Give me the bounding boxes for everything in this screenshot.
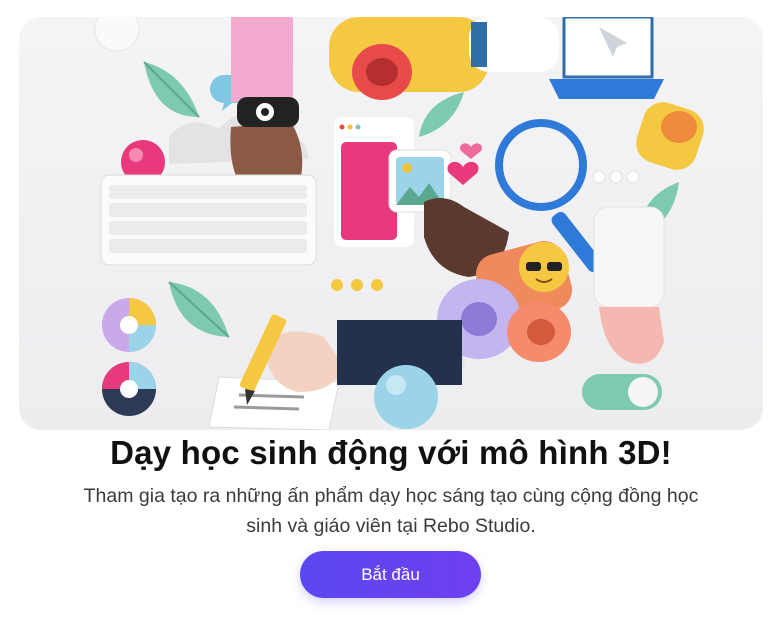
sleeve-shape xyxy=(231,17,293,102)
start-button[interactable]: Bắt đầu xyxy=(300,551,481,598)
sunglasses-emoji-icon xyxy=(519,242,569,292)
illustration-3d-scene xyxy=(94,17,704,430)
description-line: sinh và giáo viên tại Rebo Studio. xyxy=(246,515,536,537)
heart-icon xyxy=(447,161,479,185)
laptop-icon xyxy=(549,17,664,99)
leaf-icon xyxy=(143,61,200,118)
keyboard-icon xyxy=(100,174,317,266)
leaf-icon xyxy=(419,92,464,137)
card-description: Tham gia tạo ra những ấn phẩm dạy học sá… xyxy=(25,481,757,541)
pie-chart-icon xyxy=(102,298,156,352)
pie-chart-icon xyxy=(102,362,156,416)
hand-icon xyxy=(599,307,664,364)
onboarding-card: Dạy học sinh động với mô hình 3D! Tham g… xyxy=(0,0,782,624)
sleeve-shape xyxy=(593,206,665,308)
ball-icon xyxy=(94,17,140,52)
heart-icon xyxy=(460,143,482,159)
card-title: Dạy học sinh động với mô hình 3D! xyxy=(110,434,672,471)
toggle-icon xyxy=(582,374,662,410)
hero-illustration xyxy=(19,17,763,430)
cylinder-icon xyxy=(636,102,704,170)
description-line: Tham gia tạo ra những ấn phẩm dạy học sá… xyxy=(83,485,699,507)
leaf-icon xyxy=(168,281,230,338)
ball-icon xyxy=(374,365,438,429)
